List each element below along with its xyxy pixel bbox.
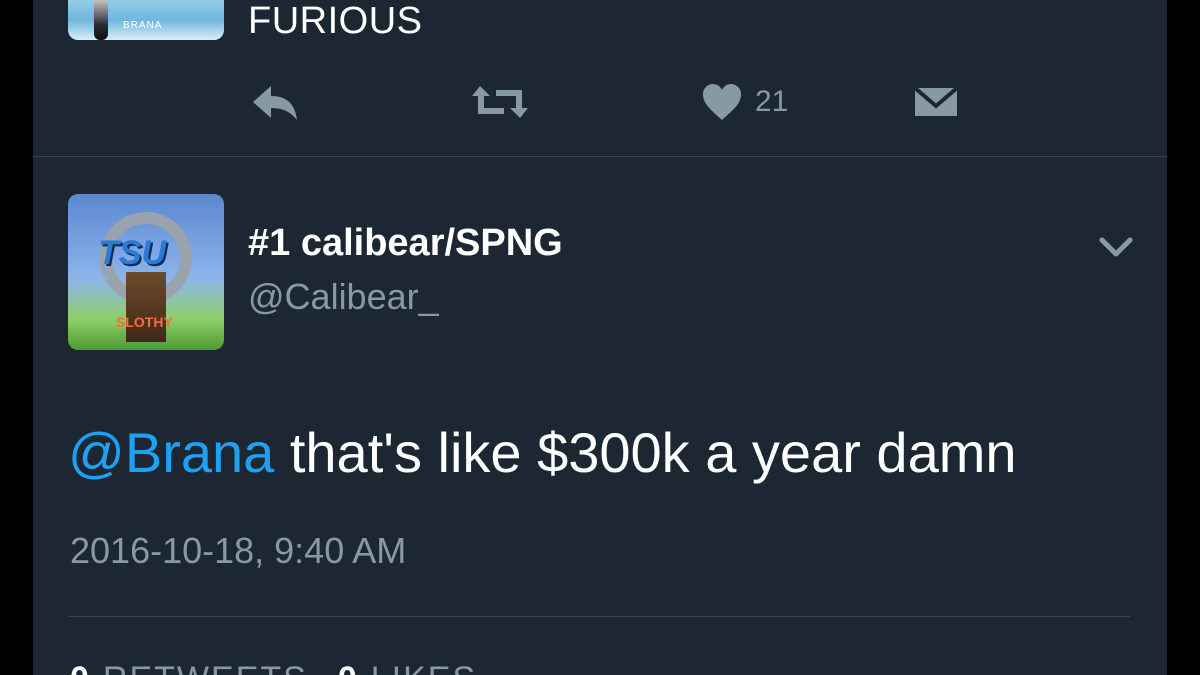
likes-count: 0 bbox=[338, 660, 359, 675]
reply-icon bbox=[253, 86, 297, 120]
chevron-down-icon bbox=[1099, 237, 1133, 257]
tweet-body: @Brana that's like $300k a year damn bbox=[68, 420, 1017, 485]
retweet-button[interactable] bbox=[470, 80, 530, 124]
stats-divider bbox=[68, 616, 1130, 617]
like-count: 21 bbox=[755, 85, 789, 118]
heart-icon bbox=[703, 84, 741, 120]
retweets-label[interactable]: RETWEETS bbox=[103, 660, 308, 675]
direct-message-button[interactable] bbox=[913, 80, 959, 124]
user-handle[interactable]: @Calibear_ bbox=[248, 276, 439, 318]
tweet-timestamp: 2016-10-18, 9:40 AM bbox=[70, 530, 407, 571]
avatar-logo: TSU bbox=[98, 234, 166, 272]
timeline-panel: BRANA FURIOUS 21 TSU SLOTHY #1 calibear/… bbox=[33, 0, 1167, 675]
tweet-divider bbox=[33, 156, 1167, 157]
mention-link[interactable]: @Brana bbox=[68, 421, 274, 484]
tweet-body-text: that's like $300k a year damn bbox=[274, 421, 1017, 484]
avatar-windmill bbox=[126, 272, 166, 342]
retweet-icon bbox=[472, 86, 528, 118]
likes-label[interactable]: LIKES bbox=[371, 660, 477, 675]
tweet-options-button[interactable] bbox=[1096, 232, 1136, 262]
previous-tweet-text: FURIOUS bbox=[248, 0, 423, 42]
envelope-icon bbox=[913, 86, 959, 116]
like-button[interactable]: 21 bbox=[701, 80, 788, 124]
tweet-stats: 0 RETWEETS 0 LIKES bbox=[70, 660, 477, 675]
reply-button[interactable] bbox=[251, 80, 299, 124]
previous-tweet-avatar[interactable]: BRANA bbox=[68, 0, 224, 40]
display-name[interactable]: #1 calibear/SPNG bbox=[248, 222, 563, 265]
retweets-count: 0 bbox=[70, 660, 91, 675]
avatar-label: BRANA bbox=[123, 20, 163, 31]
avatar-sticker: SLOTHY bbox=[116, 314, 173, 330]
user-avatar[interactable]: TSU SLOTHY bbox=[68, 194, 224, 350]
avatar-figure bbox=[94, 0, 108, 40]
previous-tweet-actions: 21 bbox=[33, 80, 1167, 124]
